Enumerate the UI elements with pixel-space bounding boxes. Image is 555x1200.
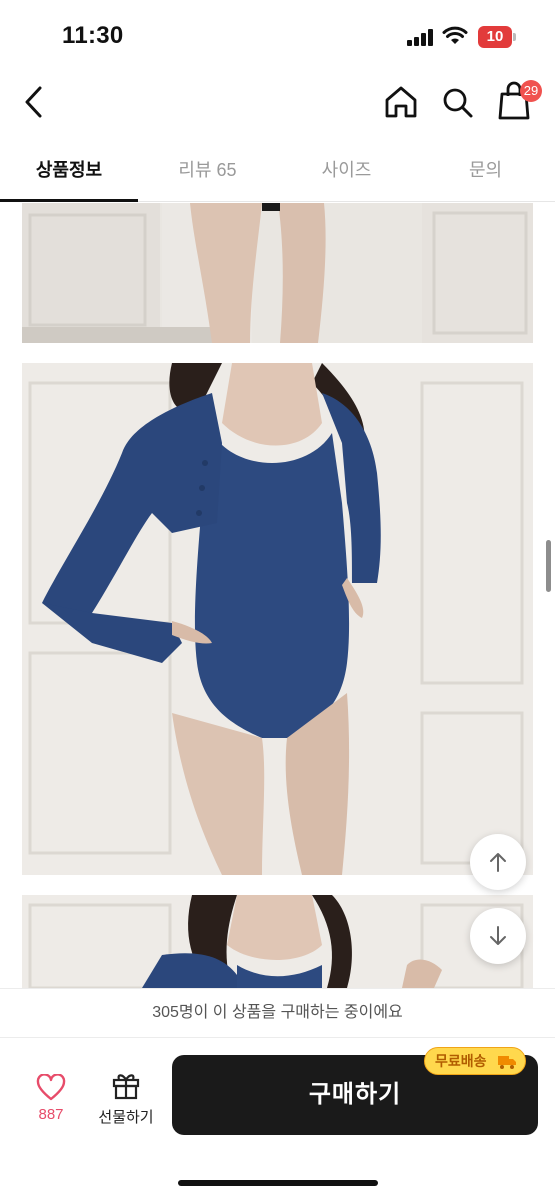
gift-button[interactable]: 선물하기: [92, 1068, 160, 1138]
free-shipping-badge: 무료배송: [424, 1047, 526, 1075]
battery-icon: 10: [478, 26, 516, 48]
product-photo-main: [22, 363, 533, 875]
cart-button[interactable]: 29: [496, 76, 546, 122]
like-count: 887: [38, 1106, 64, 1123]
arrow-down-icon: [490, 926, 506, 945]
tab-reviews[interactable]: 리뷰 65: [138, 140, 277, 202]
tab-inquiry[interactable]: 문의: [416, 140, 555, 202]
home-button[interactable]: [382, 82, 420, 122]
gift-label: 선물하기: [98, 1109, 154, 1126]
back-button[interactable]: [18, 82, 52, 122]
scroll-down-button[interactable]: [470, 908, 526, 964]
bottom-action-bar: 887 선물하기 구매하기 무료배송: [0, 1038, 555, 1200]
top-navigation: 29: [0, 70, 555, 134]
search-icon: [443, 88, 473, 118]
like-button[interactable]: 887: [22, 1068, 80, 1138]
cart-count-badge: 29: [520, 80, 542, 102]
home-icon: [385, 86, 417, 118]
chevron-left-icon: [25, 86, 42, 118]
purchase-activity-notice: 305명이 이 상품을 구매하는 중이에요: [0, 988, 555, 1038]
wifi-icon: [442, 26, 468, 46]
tab-size[interactable]: 사이즈: [277, 140, 416, 202]
search-button[interactable]: [440, 82, 476, 122]
home-indicator: [178, 1180, 378, 1186]
arrow-up-icon: [490, 853, 506, 872]
status-time: 11:30: [62, 22, 124, 49]
free-shipping-label: 무료배송: [435, 1053, 487, 1069]
gift-icon: [112, 1074, 140, 1100]
status-bar: 11:30 10: [0, 0, 555, 70]
truck-icon: [498, 1056, 516, 1069]
scroll-up-button[interactable]: [470, 834, 526, 890]
tab-product-info[interactable]: 상품정보: [0, 140, 138, 202]
battery-level: 10: [486, 28, 504, 45]
signal-icon: [407, 28, 435, 46]
product-photo-legs: [22, 203, 533, 343]
product-photo-secondary: [22, 895, 533, 988]
active-tab-indicator: [0, 199, 138, 202]
heart-icon: [36, 1074, 66, 1101]
tab-bar: 상품정보 리뷰 65 사이즈 문의: [0, 140, 555, 202]
scrollbar-thumb[interactable]: [546, 540, 551, 592]
